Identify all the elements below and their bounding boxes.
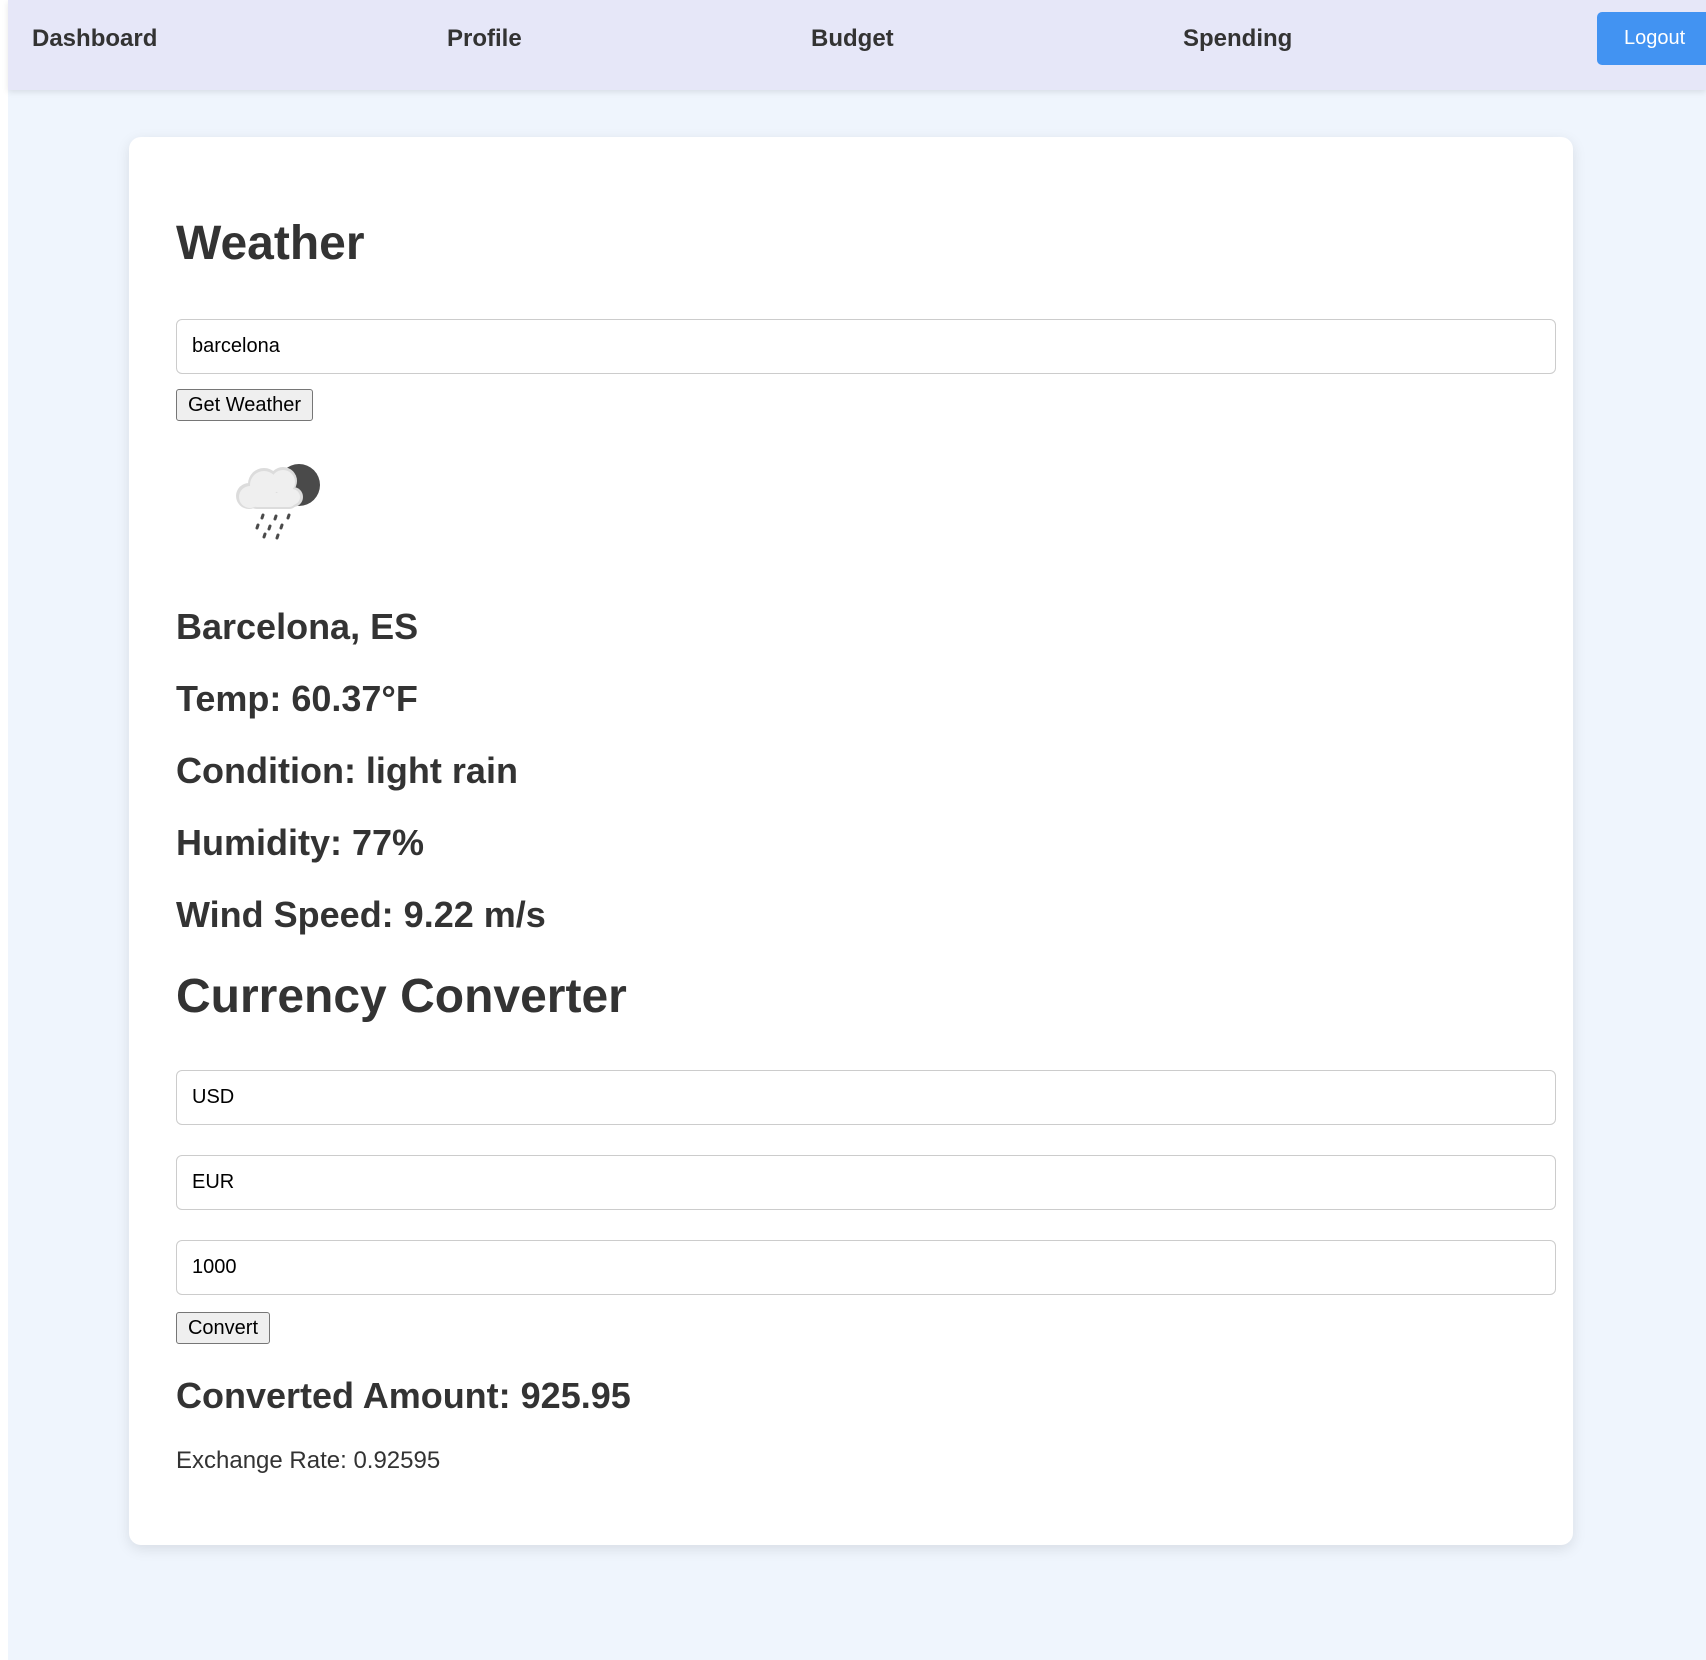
weather-title: Weather: [176, 217, 365, 270]
convert-button[interactable]: Convert: [176, 1312, 270, 1344]
app-root: Dashboard Profile Budget Spending Logout…: [8, 0, 1706, 1660]
nav-link-profile[interactable]: Profile: [447, 24, 522, 54]
city-input[interactable]: [176, 319, 1556, 374]
converted-amount: Converted Amount: 925.95: [176, 1375, 631, 1416]
weather-wind-speed: Wind Speed: 9.22 m/s: [176, 894, 546, 935]
from-currency-input[interactable]: [176, 1070, 1556, 1125]
rain-cloud-moon-icon: [206, 437, 336, 567]
to-currency-input[interactable]: [176, 1155, 1556, 1210]
logout-button[interactable]: Logout: [1597, 12, 1706, 65]
weather-humidity: Humidity: 77%: [176, 822, 425, 863]
weather-temperature: Temp: 60.37°F: [176, 678, 418, 719]
amount-input[interactable]: [176, 1240, 1556, 1295]
exchange-rate: Exchange Rate: 0.92595: [176, 1447, 441, 1474]
convert-button-label: Convert: [187, 1317, 259, 1339]
nav-link-budget[interactable]: Budget: [811, 24, 894, 54]
main-card: Weather Get Weather: [129, 137, 1573, 1545]
weather-location: Barcelona, ES: [176, 606, 419, 647]
logout-button-label: Logout: [1624, 27, 1686, 49]
get-weather-button[interactable]: Get Weather: [176, 389, 313, 421]
get-weather-button-label: Get Weather: [187, 394, 302, 416]
currency-converter-title: Currency Converter: [176, 970, 627, 1023]
nav-link-dashboard[interactable]: Dashboard: [32, 24, 157, 54]
nav-link-spending[interactable]: Spending: [1183, 24, 1292, 54]
top-navbar: Dashboard Profile Budget Spending Logout: [8, 0, 1706, 90]
weather-condition: Condition: light rain: [176, 750, 518, 791]
